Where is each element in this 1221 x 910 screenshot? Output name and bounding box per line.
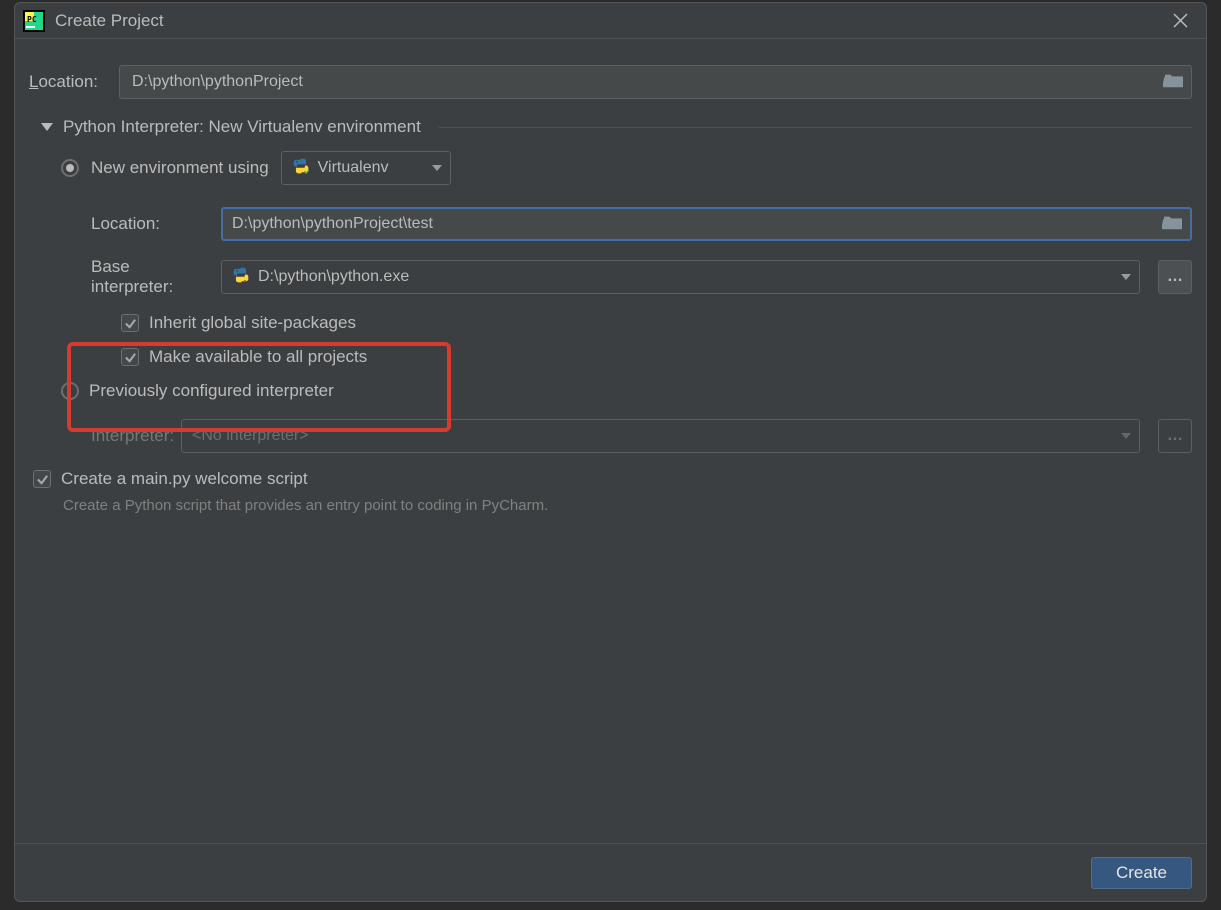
python-icon [292,157,310,180]
location-label: Location: [29,72,119,92]
create-project-dialog: PC Create Project Location: Python Inter… [14,2,1207,902]
env-location-input[interactable]: D:\python\pythonProject\test [221,207,1192,241]
previously-configured-label: Previously configured interpreter [89,381,334,401]
env-tool-select[interactable]: Virtualenv [281,151,451,185]
make-available-label: Make available to all projects [149,347,367,367]
chevron-down-icon [1121,433,1131,439]
base-interpreter-value: D:\python\python.exe [258,268,1113,286]
pycharm-icon: PC [23,10,45,32]
base-interpreter-more-button[interactable]: … [1158,260,1192,294]
interpreter-section-label: Python Interpreter: New Virtualenv envir… [63,117,421,137]
create-main-checkbox[interactable] [33,470,51,488]
env-location-label: Location: [61,214,211,234]
create-main-label: Create a main.py welcome script [61,469,308,489]
python-icon [232,266,250,289]
project-location-input-wrap[interactable] [119,65,1192,99]
inherit-global-checkbox[interactable] [121,314,139,332]
collapse-icon [41,123,53,131]
chevron-down-icon [432,165,442,171]
previously-configured-radio[interactable] [61,382,79,400]
project-location-input[interactable] [130,72,1163,92]
inherit-global-label: Inherit global site-packages [149,313,356,333]
svg-text:PC: PC [27,15,37,24]
titlebar: PC Create Project [15,3,1206,39]
interpreter-section-header[interactable]: Python Interpreter: New Virtualenv envir… [41,117,1192,137]
base-interpreter-select[interactable]: D:\python\python.exe [221,260,1140,294]
dialog-body: Location: Python Interpreter: New Virtua… [15,39,1206,843]
chevron-down-icon [1121,274,1131,280]
create-button[interactable]: Create [1091,857,1192,889]
make-available-checkbox[interactable] [121,348,139,366]
base-interpreter-label: Base interpreter: [61,257,211,297]
close-icon [1173,13,1188,28]
browse-folder-icon[interactable] [1162,213,1184,236]
interpreter-more-button: … [1158,419,1192,453]
interpreter-select: <No interpreter> [181,419,1140,453]
project-location-row: Location: [29,65,1192,99]
env-tool-select-value: Virtualenv [318,159,389,177]
interpreter-select-value: <No interpreter> [192,427,1113,445]
dialog-footer: Create [15,843,1206,901]
close-button[interactable] [1162,3,1198,39]
create-main-description: Create a Python script that provides an … [33,497,1192,514]
browse-folder-icon[interactable] [1163,71,1185,94]
interpreter-label: Interpreter: [61,426,171,446]
new-environment-radio[interactable] [61,159,79,177]
dialog-title: Create Project [55,11,1162,31]
new-environment-label: New environment using [91,158,269,178]
